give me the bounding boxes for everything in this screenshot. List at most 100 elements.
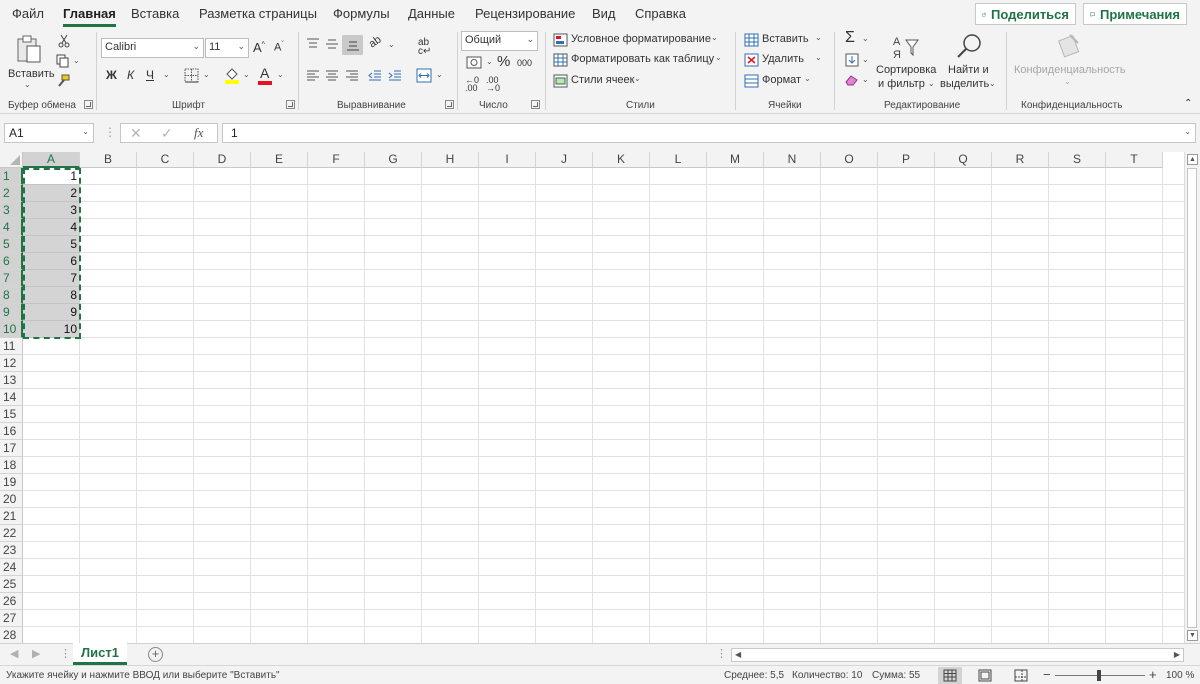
column-header-b[interactable]: B	[80, 152, 137, 168]
row-header[interactable]: 18	[0, 457, 23, 474]
expand-formula-bar-icon[interactable]: ⌄	[1184, 127, 1191, 136]
tab-home[interactable]: Главная	[63, 6, 116, 27]
row-header[interactable]: 25	[0, 576, 23, 593]
scroll-up-icon[interactable]: ▲	[1187, 154, 1198, 165]
orientation-dropdown-icon[interactable]: ⌄	[388, 40, 395, 49]
autosum-dropdown-icon[interactable]: ⌄	[862, 34, 869, 43]
merge-center-icon[interactable]	[416, 68, 432, 83]
currency-dropdown-icon[interactable]: ⌄	[486, 57, 493, 66]
fill-color-icon[interactable]	[224, 66, 240, 84]
scroll-down-icon[interactable]: ▼	[1187, 630, 1198, 641]
format-as-table-button[interactable]: Форматировать как таблицу ⌄	[553, 52, 723, 69]
conditional-formatting-button[interactable]: Условное форматирование ⌄	[553, 32, 723, 49]
column-header-s[interactable]: S	[1049, 152, 1106, 168]
fill-color-dropdown-icon[interactable]: ⌄	[243, 70, 250, 79]
cell-a1[interactable]: 1	[23, 168, 80, 185]
underline-button[interactable]: Ч	[146, 68, 154, 82]
fill-icon[interactable]	[845, 53, 859, 67]
font-size-select[interactable]: 11 ⌄	[205, 38, 249, 58]
row-header[interactable]: 4	[0, 219, 23, 236]
italic-button[interactable]: К	[127, 68, 134, 82]
clear-icon[interactable]	[844, 74, 859, 86]
scroll-left-icon[interactable]: ◀	[735, 650, 741, 659]
format-painter-icon[interactable]	[56, 74, 70, 88]
more-options-icon[interactable]: ⋮	[104, 125, 116, 139]
row-header[interactable]: 23	[0, 542, 23, 559]
merge-dropdown-icon[interactable]: ⌄	[436, 70, 443, 79]
increase-decimal-icon[interactable]: ←0.00	[465, 76, 479, 93]
column-header-c[interactable]: C	[137, 152, 194, 168]
row-header[interactable]: 13	[0, 372, 23, 389]
column-header-l[interactable]: L	[650, 152, 707, 168]
zoom-level[interactable]: 100 %	[1166, 670, 1194, 681]
cell-area[interactable]	[23, 168, 1184, 643]
row-header[interactable]: 28	[0, 627, 23, 643]
column-header-r[interactable]: R	[992, 152, 1049, 168]
cell-a9[interactable]: 9	[23, 304, 80, 321]
decrease-font-icon[interactable]: Aˇ	[274, 41, 284, 54]
column-header-d[interactable]: D	[194, 152, 251, 168]
currency-format-icon[interactable]	[466, 56, 482, 69]
font-color-icon[interactable]: A	[260, 65, 269, 81]
font-color-dropdown-icon[interactable]: ⌄	[277, 70, 284, 79]
column-header-t[interactable]: T	[1106, 152, 1163, 168]
row-header[interactable]: 20	[0, 491, 23, 508]
collapse-ribbon-icon[interactable]: ⌃	[1184, 98, 1192, 109]
vertical-scroll-thumb[interactable]	[1187, 168, 1197, 628]
sort-filter-button[interactable]: АЯ Сортировка и фильтр ⌄	[874, 32, 938, 92]
row-header[interactable]: 8	[0, 287, 23, 304]
number-format-select[interactable]: Общий ⌄	[461, 31, 538, 51]
sheet-options-icon[interactable]: ⋮	[60, 647, 71, 660]
cancel-entry-icon[interactable]: ✕	[130, 125, 142, 142]
borders-icon[interactable]	[184, 68, 199, 83]
row-header[interactable]: 5	[0, 236, 23, 253]
confirm-entry-icon[interactable]: ✓	[161, 125, 173, 142]
underline-dropdown-icon[interactable]: ⌄	[163, 70, 170, 79]
align-left-icon[interactable]	[306, 70, 320, 82]
row-header[interactable]: 24	[0, 559, 23, 576]
row-header[interactable]: 26	[0, 593, 23, 610]
comments-button[interactable]: Примечания	[1083, 3, 1187, 25]
fill-dropdown-icon[interactable]: ⌄	[862, 55, 869, 64]
column-header-h[interactable]: H	[422, 152, 479, 168]
row-header[interactable]: 27	[0, 610, 23, 627]
align-right-icon[interactable]	[345, 70, 359, 82]
next-sheet-icon[interactable]: ▶	[32, 647, 40, 660]
row-header[interactable]: 17	[0, 440, 23, 457]
column-header-m[interactable]: M	[707, 152, 764, 168]
copy-dropdown-icon[interactable]: ⌄	[73, 56, 80, 65]
insert-cells-button[interactable]: Вставить ⌄	[744, 32, 826, 49]
zoom-in-icon[interactable]: +	[1149, 667, 1157, 682]
cell-a8[interactable]: 8	[23, 287, 80, 304]
row-header[interactable]: 14	[0, 389, 23, 406]
share-button[interactable]: Поделиться	[975, 3, 1076, 25]
add-sheet-icon[interactable]: +	[148, 647, 163, 662]
name-box[interactable]: A1 ⌄	[4, 123, 94, 143]
autosum-icon[interactable]: Σ	[845, 29, 855, 47]
clear-dropdown-icon[interactable]: ⌄	[862, 75, 869, 84]
tab-formulas[interactable]: Формулы	[333, 6, 390, 21]
column-header-n[interactable]: N	[764, 152, 821, 168]
tab-page-layout[interactable]: Разметка страницы	[199, 6, 317, 21]
row-header[interactable]: 2	[0, 185, 23, 202]
sheet-tab-list1[interactable]: Лист1	[73, 643, 127, 665]
tab-help[interactable]: Справка	[635, 6, 686, 21]
cell-a6[interactable]: 6	[23, 253, 80, 270]
zoom-out-icon[interactable]: −	[1043, 667, 1051, 682]
cell-styles-button[interactable]: Стили ячеек ⌄	[553, 73, 653, 90]
alignment-launcher[interactable]	[445, 100, 454, 109]
formula-input[interactable]: 1 ⌄	[222, 123, 1196, 143]
number-launcher[interactable]	[531, 100, 540, 109]
column-header-f[interactable]: F	[308, 152, 365, 168]
increase-font-icon[interactable]: A^	[253, 40, 265, 55]
cell-a4[interactable]: 4	[23, 219, 80, 236]
column-header-e[interactable]: E	[251, 152, 308, 168]
cell-a10[interactable]: 10	[23, 321, 80, 338]
paste-button[interactable]: Вставить ⌄	[4, 32, 55, 90]
cell-a2[interactable]: 2	[23, 185, 80, 202]
column-header-p[interactable]: P	[878, 152, 935, 168]
cell-a3[interactable]: 3	[23, 202, 80, 219]
row-header[interactable]: 6	[0, 253, 23, 270]
font-name-select[interactable]: Calibri ⌄	[101, 38, 204, 58]
increase-indent-icon[interactable]	[388, 70, 402, 82]
